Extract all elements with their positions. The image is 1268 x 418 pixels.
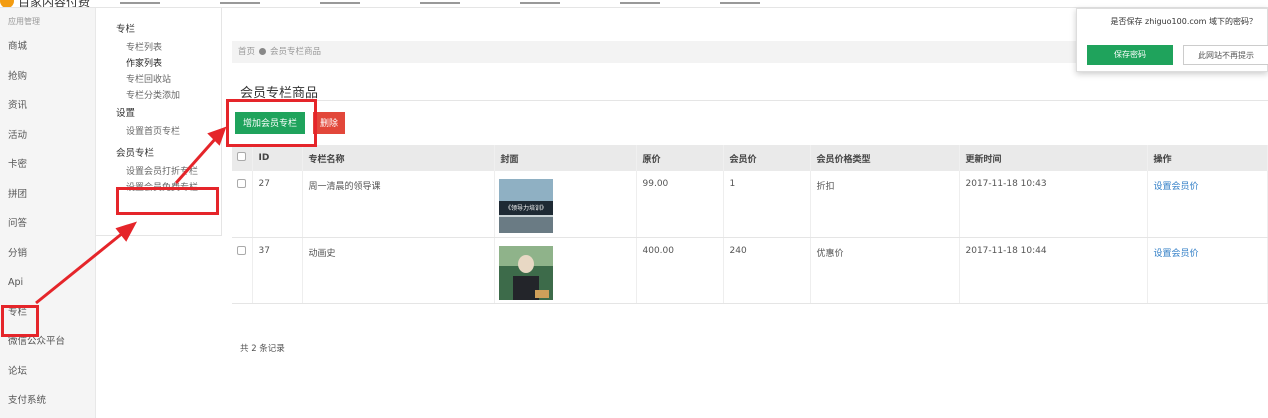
cover-image-animation-history	[498, 245, 553, 300]
app-root: 百家内容付费 应用管理 商城 抢购 资讯 活动 卡密 拼团 问答 分销 Api …	[0, 0, 1268, 418]
top-nav-item[interactable]	[320, 0, 360, 4]
subnav-item-author-list[interactable]: 作家列表	[96, 56, 221, 72]
subnav-item-column-category-add[interactable]: 专栏分类添加	[96, 88, 221, 104]
col-header-actions: 操作	[1147, 145, 1268, 171]
cell-price-type: 优惠价	[810, 237, 960, 304]
sidebar-title: 应用管理	[8, 17, 40, 26]
save-password-button[interactable]: 保存密码	[1087, 45, 1173, 65]
sidebar-item-forum[interactable]: 论坛	[0, 357, 95, 387]
cell-name: 周一清晨的领导课	[302, 171, 495, 238]
select-all-header	[232, 145, 253, 171]
select-all-checkbox[interactable]	[237, 152, 246, 161]
cover-text: 《领导力培训》	[504, 204, 546, 212]
subnav-heading-settings: 设置	[116, 108, 136, 119]
sidebar-item-group-buy[interactable]: 拼团	[0, 180, 95, 210]
table-row: 27 周一清晨的领导课 《领导力培训》 99.00 1 折扣 2017-11-1…	[232, 171, 1268, 238]
logo[interactable]: 百家内容付费	[0, 0, 91, 8]
highlight-box-sidebar-column	[1, 305, 39, 337]
highlight-box-add-button	[226, 99, 317, 147]
cell-name: 动画史	[302, 237, 495, 304]
sidebar-item-news[interactable]: 资讯	[0, 91, 95, 121]
cell-cover	[494, 237, 637, 304]
top-nav-item[interactable]	[120, 0, 160, 4]
logo-icon	[0, 0, 14, 7]
sidebar-item-payment[interactable]: 支付系统	[0, 386, 95, 416]
subnav-item-column-recycle[interactable]: 专栏回收站	[96, 72, 221, 88]
cell-member-price: 240	[723, 237, 811, 304]
top-nav-item[interactable]	[720, 0, 760, 4]
table-header-row: ID 专栏名称 封面 原价 会员价 会员价格类型 更新时间 操作	[232, 145, 1268, 171]
breadcrumb-current: 会员专栏商品	[270, 47, 322, 57]
subnav-item-home-column[interactable]: 设置首页专栏	[96, 124, 221, 140]
table-row: 37 动画史 400.00 240 优惠价 2017-11-18 10:44 设…	[232, 237, 1268, 304]
sidebar-item-mall[interactable]: 商城	[0, 32, 95, 62]
col-header-member-price[interactable]: 会员价	[723, 145, 811, 171]
col-header-price-type[interactable]: 会员价格类型	[810, 145, 960, 171]
logo-text: 百家内容付费	[18, 0, 91, 8]
cell-price-type: 折扣	[810, 171, 960, 238]
row-checkbox[interactable]	[237, 245, 246, 255]
record-count: 共 2 条记录	[240, 344, 285, 354]
cell-actions: 设置会员价	[1147, 171, 1268, 238]
col-header-updated[interactable]: 更新时间	[959, 145, 1148, 171]
sidebar-item-api[interactable]: Api	[0, 268, 95, 298]
col-header-id[interactable]: ID	[252, 145, 303, 171]
row-select-cell	[232, 171, 253, 238]
top-nav	[120, 0, 760, 4]
cell-member-price: 1	[723, 171, 811, 238]
subnav-item-member-discount-column[interactable]: 设置会员打折专栏	[96, 164, 221, 180]
subnav-heading-column: 专栏	[116, 24, 136, 35]
top-nav-item[interactable]	[620, 0, 660, 4]
highlight-box-member-discount	[116, 187, 219, 215]
col-header-cover: 封面	[494, 145, 637, 171]
save-password-question: 是否保存 zhiguo100.com 域下的密码？	[1110, 17, 1257, 26]
cell-price: 99.00	[636, 171, 724, 238]
row-checkbox[interactable]	[237, 179, 246, 188]
sidebar-item-distribution[interactable]: 分销	[0, 239, 95, 269]
sidebar-item-card-keys[interactable]: 卡密	[0, 150, 95, 180]
sidebar-item-qa[interactable]: 问答	[0, 209, 95, 239]
cell-id: 37	[252, 237, 303, 304]
col-header-name[interactable]: 专栏名称	[302, 145, 495, 171]
subnav-item-column-list[interactable]: 专栏列表	[96, 40, 221, 56]
save-password-popup: 是否保存 zhiguo100.com 域下的密码？ 保存密码 此网站不再提示	[1076, 8, 1268, 72]
cell-price: 400.00	[636, 237, 724, 304]
subnav-heading-member-column: 会员专栏	[116, 148, 155, 159]
set-member-price-link[interactable]: 设置会员价	[1154, 249, 1199, 259]
set-member-price-link[interactable]: 设置会员价	[1154, 182, 1199, 192]
cell-updated: 2017-11-18 10:43	[959, 171, 1148, 238]
row-select-cell	[232, 237, 253, 304]
cell-cover: 《领导力培训》	[494, 171, 637, 238]
cell-updated: 2017-11-18 10:44	[959, 237, 1148, 304]
sidebar-item-flash-sale[interactable]: 抢购	[0, 62, 95, 92]
cover-image-leadership: 《领导力培训》	[498, 179, 553, 233]
cell-id: 27	[252, 171, 303, 238]
breadcrumb-separator-icon	[259, 48, 267, 55]
breadcrumb-home[interactable]: 首页	[238, 47, 255, 57]
never-for-site-button[interactable]: 此网站不再提示	[1183, 45, 1268, 65]
sidebar-item-events[interactable]: 活动	[0, 121, 95, 151]
top-nav-item[interactable]	[220, 0, 260, 4]
cell-actions: 设置会员价	[1147, 237, 1268, 304]
top-nav-item[interactable]	[420, 0, 460, 4]
delete-button[interactable]: 删除	[313, 112, 345, 134]
top-nav-item[interactable]	[520, 0, 560, 4]
title-divider	[232, 100, 1268, 101]
top-bar: 百家内容付费	[0, 0, 1268, 8]
sidebar: 应用管理 商城 抢购 资讯 活动 卡密 拼团 问答 分销 Api 专栏 微信公众…	[0, 8, 96, 418]
member-column-table: ID 专栏名称 封面 原价 会员价 会员价格类型 更新时间 操作 27 周一清晨…	[232, 145, 1268, 304]
col-header-price[interactable]: 原价	[636, 145, 724, 171]
